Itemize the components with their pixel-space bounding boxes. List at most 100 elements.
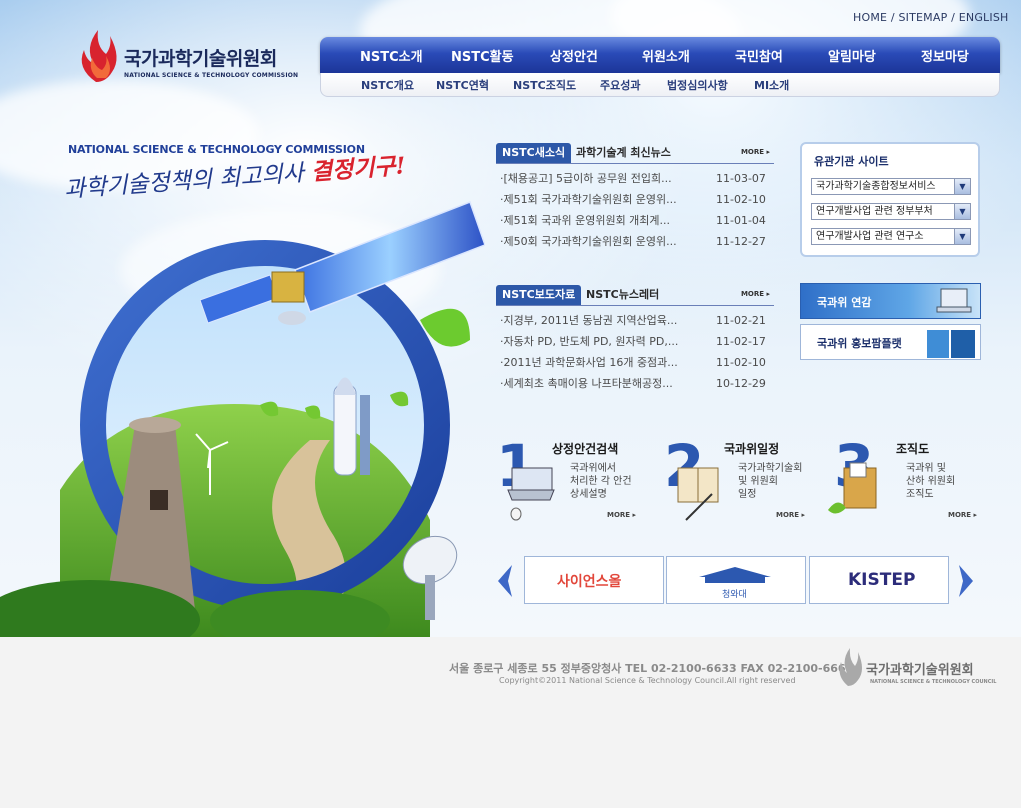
nav-item-agenda[interactable]: 상정안건 [550, 46, 598, 65]
news-board: NSTC새소식 과학기술계 최신뉴스 MORE ▸ ·[채용공고] 5급이하 공… [496, 143, 774, 252]
step-description: 국과위 및 산하 위원회 조직도 [906, 463, 956, 500]
nav-item-participation[interactable]: 국민참여 [735, 46, 783, 65]
press-date: 11-02-10 [716, 356, 766, 369]
related-sites-box: 유관기관 사이트 국가과학기술종합정보서비스 ▼ 연구개발사업 관련 정부부처 ▼ … [800, 142, 980, 257]
nav-item-members[interactable]: 위원소개 [642, 46, 690, 65]
nav-item-notice[interactable]: 알림마당 [828, 46, 876, 65]
sitemap-link[interactable]: SITEMAP [898, 11, 947, 24]
step-title[interactable]: 상정안건검색 [552, 440, 618, 457]
footer-copyright: Copyright©2011 National Science & Techno… [499, 676, 796, 685]
press-title[interactable]: 지경부, 2011년 동남권 지역산업육... [504, 310, 710, 331]
tab-nstc-news[interactable]: NSTC새소식 [496, 143, 572, 163]
press-more-link[interactable]: MORE ▸ [741, 290, 770, 298]
press-title[interactable]: 2011년 과학문화사업 16개 중점과... [504, 352, 710, 373]
tab-press-release[interactable]: NSTC보도자료 [496, 285, 582, 305]
logo-title[interactable]: 국가과학기술위원회 [124, 44, 277, 71]
prev-arrow-icon[interactable] [494, 563, 514, 599]
press-list: ·지경부, 2011년 동남권 지역산업육... 11-02-21 ·자동차 PD… [496, 306, 774, 394]
tab-newsletter[interactable]: NSTC뉴스레터 [586, 285, 659, 305]
nav-item-info[interactable]: 정보마당 [921, 46, 969, 65]
list-item[interactable]: ·자동차 PD, 반도체 PD, 원자력 PD,... 11-02-17 [500, 331, 774, 352]
sub-navigation: NSTC개요 NSTC연혁 NSTC조직도 주요성과 법정심의사항 MI소개 [320, 73, 1000, 97]
step-description: 국과위에서 처리한 각 안건 상세설명 [570, 463, 632, 500]
select-value: 연구개발사업 관련 정부부처 [816, 206, 933, 217]
home-link[interactable]: HOME [853, 11, 887, 24]
related-select-1[interactable]: 국가과학기술종합정보서비스 ▼ [811, 178, 971, 195]
related-select-3[interactable]: 연구개발사업 관련 연구소 ▼ [811, 228, 971, 245]
brochure-banner[interactable]: 국과위 홍보팜플랫 [800, 324, 981, 360]
list-item[interactable]: ·지경부, 2011년 동남권 지역산업육... 11-02-21 [500, 310, 774, 331]
press-title[interactable]: 자동차 PD, 반도체 PD, 원자력 PD,... [504, 331, 710, 352]
satellite-icon [200, 201, 485, 325]
annual-report-banner[interactable]: 국과위 연감 [800, 283, 981, 319]
laptop-icon [936, 288, 972, 313]
news-title[interactable]: [채용공고] 5급이하 공무원 전입희... [504, 168, 710, 189]
subnav-history[interactable]: NSTC연혁 [436, 77, 489, 93]
separator: / [890, 11, 895, 24]
separator: / [951, 11, 956, 24]
main-navigation: NSTC소개 NSTC활동 상정안건 위원소개 국민참여 알림마당 정보마당 [320, 37, 1000, 73]
chevron-down-icon[interactable]: ▼ [954, 204, 970, 219]
logo-subtitle: NATIONAL SCIENCE & TECHNOLOGY COMMISSION [124, 72, 299, 79]
chevron-down-icon[interactable]: ▼ [954, 229, 970, 244]
news-date: 11-02-10 [716, 193, 766, 206]
subnav-organization[interactable]: NSTC조직도 [513, 77, 576, 93]
list-item[interactable]: ·제51회 국가과학기술위원회 운영위... 11-02-10 [500, 189, 774, 210]
step-title[interactable]: 조직도 [896, 440, 929, 457]
link-kistep[interactable]: KISTEP [809, 556, 949, 604]
news-more-link[interactable]: MORE ▸ [741, 148, 770, 156]
press-title[interactable]: 세계최초 촉매이용 나프타분해공정... [504, 373, 710, 394]
list-item[interactable]: ·2011년 과학문화사업 16개 중점과... 11-02-10 [500, 352, 774, 373]
logo-flame-icon[interactable] [76, 28, 122, 84]
rocket-icon [333, 384, 357, 476]
footer-logo-icon [839, 648, 862, 686]
subnav-legal-review[interactable]: 법정심의사항 [667, 77, 728, 93]
news-title[interactable]: 제50회 국가과학기술위원회 운영위... [504, 231, 710, 252]
utility-links: HOME / SITEMAP / ENGLISH [853, 11, 1008, 24]
press-date: 11-02-17 [716, 335, 766, 348]
english-link[interactable]: ENGLISH [959, 11, 1009, 24]
nav-item-about[interactable]: NSTC소개 [360, 46, 423, 65]
link-label: 청와대 [722, 590, 747, 600]
news-date: 11-12-27 [716, 235, 766, 248]
list-item[interactable]: ·제50회 국가과학기술위원회 운영위... 11-12-27 [500, 231, 774, 252]
banner-label: 국과위 홍보팜플랫 [817, 337, 902, 350]
related-select-2[interactable]: 연구개발사업 관련 정부부처 ▼ [811, 203, 971, 220]
footer-logo-title: 국가과학기술위원회 [866, 663, 974, 678]
step-more-link[interactable]: MORE ▸ [607, 511, 636, 519]
banner-label: 국과위 연감 [817, 296, 872, 309]
press-tabs: NSTC보도자료 NSTC뉴스레터 MORE ▸ [496, 285, 774, 306]
list-item[interactable]: ·제51회 국과위 운영위원회 개최계... 11-01-04 [500, 210, 774, 231]
quick-step-agenda-search[interactable]: 1 상정안건검색 국과위에서 처리한 각 안건 상세설명 MORE ▸ [496, 434, 646, 524]
laptop-icon [507, 467, 555, 521]
news-date: 11-03-07 [716, 172, 766, 185]
subnav-achievements[interactable]: 주요성과 [600, 77, 640, 93]
news-title[interactable]: 제51회 국가과학기술위원회 운영위... [504, 189, 710, 210]
related-sites-title: 유관기관 사이트 [814, 155, 889, 168]
nav-item-activities[interactable]: NSTC활동 [451, 46, 514, 65]
more-label: MORE [948, 511, 972, 519]
list-item[interactable]: ·세계최초 촉매이용 나프타분해공정... 10-12-29 [500, 373, 774, 394]
quick-step-schedule[interactable]: 2 국과위일정 국가과학기술회 및 위원회 일정 MORE ▸ [664, 434, 814, 524]
list-item[interactable]: ·[채용공고] 5급이하 공무원 전입희... 11-03-07 [500, 168, 774, 189]
next-arrow-icon[interactable] [957, 563, 977, 599]
select-value: 연구개발사업 관련 연구소 [816, 231, 924, 242]
step-title[interactable]: 국과위일정 [724, 440, 779, 457]
quick-step-org-chart[interactable]: 3 조직도 국과위 및 산하 위원회 조직도 MORE ▸ [828, 434, 984, 524]
news-date: 11-01-04 [716, 214, 766, 227]
link-cheongwadae[interactable]: 청와대 [666, 556, 806, 604]
footer-logo-subtitle: NATIONAL SCIENCE & TECHNOLOGY COUNCIL [870, 679, 997, 685]
step-more-link[interactable]: MORE ▸ [948, 511, 977, 519]
subnav-mi[interactable]: MI소개 [754, 77, 789, 93]
tab-science-news[interactable]: 과학기술계 최신뉴스 [576, 143, 671, 163]
more-label: MORE [776, 511, 800, 519]
solar-panel [200, 274, 279, 324]
chevron-down-icon[interactable]: ▼ [954, 179, 970, 194]
link-scienceall[interactable]: 사이언스올 [524, 556, 664, 604]
satellite-antenna [278, 311, 306, 325]
subnav-overview[interactable]: NSTC개요 [361, 77, 414, 93]
step-more-link[interactable]: MORE ▸ [776, 511, 805, 519]
news-title[interactable]: 제51회 국과위 운영위원회 개최계... [504, 210, 710, 231]
link-label: KISTEP [848, 570, 916, 590]
satellite-body [271, 271, 305, 303]
